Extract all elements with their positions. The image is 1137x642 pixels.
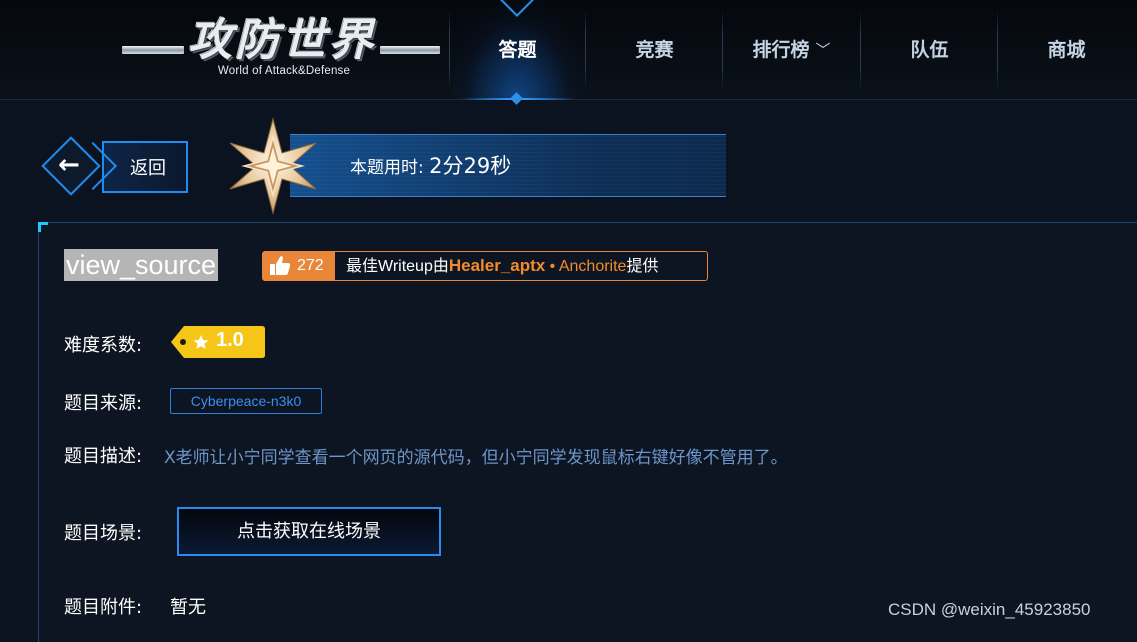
writeup-author[interactable]: Healer_aptx [449, 256, 545, 275]
logo-left-bar [122, 46, 184, 54]
back-button-label: 返回 [130, 158, 166, 179]
nav-item-shop[interactable]: 商城 [998, 30, 1135, 70]
scene-label: 题目场景: [64, 523, 143, 544]
logo-subtitle: World of Attack&Defense [217, 65, 351, 77]
nav-item-ranking[interactable]: 排行榜 ﹀ [723, 30, 860, 70]
writeup-suffix: 提供 [626, 258, 659, 275]
writeup-separator: • [545, 258, 559, 275]
site-logo[interactable]: 攻防世界 World of Attack&Defense [122, 8, 440, 86]
thumbs-up-icon [270, 256, 291, 275]
chevron-down-icon: ﹀ [815, 41, 831, 59]
csdn-watermark: CSDN @weixin_45923850 [888, 600, 1091, 619]
logo-title: 攻防世界 [188, 15, 376, 66]
timer-prefix: 本题用时: [350, 158, 424, 178]
arrow-left-icon: ← [58, 150, 80, 180]
star-medal-icon [224, 117, 322, 215]
back-button[interactable]: ← 返回 [40, 136, 188, 196]
nav-item-answer[interactable]: 答题 [449, 30, 586, 70]
like-counter[interactable]: 272 [263, 252, 335, 280]
logo-right-bar [380, 46, 440, 54]
like-count: 272 [297, 257, 324, 274]
writeup-badge[interactable]: 272 最佳Writeup由Healer_aptx • Anchorite提供 [262, 251, 708, 281]
source-label: 题目来源: [64, 393, 143, 414]
nav-item-ranking-label: 排行榜 [752, 39, 810, 61]
nav-item-competition[interactable]: 竞赛 [586, 30, 723, 70]
source-tag[interactable]: Cyberpeace-n3k0 [170, 388, 322, 414]
timer-value: 2分29秒 [429, 154, 512, 178]
writeup-second-author[interactable]: Anchorite [559, 258, 627, 275]
attachment-label: 题目附件: [64, 597, 143, 618]
panel-corner-accent [38, 222, 48, 232]
writeup-prefix: 最佳Writeup由 [346, 258, 449, 275]
description-text: X老师让小宁同学查看一个网页的源代码，但小宁同学发现鼠标右键好像不管用了。 [164, 448, 788, 468]
challenge-title: view_source [64, 249, 219, 281]
challenge-panel [38, 222, 1137, 642]
difficulty-badge: 1.0 [170, 325, 266, 359]
nav-item-team[interactable]: 队伍 [861, 30, 998, 70]
top-nav-bar: 攻防世界 World of Attack&Defense 答题 竞赛 排行榜 ﹀ … [0, 0, 1137, 105]
difficulty-value: 1.0 [216, 329, 244, 351]
attachment-value: 暂无 [170, 597, 206, 618]
difficulty-label: 难度系数: [64, 335, 143, 356]
get-scene-button[interactable]: 点击获取在线场景 [177, 507, 441, 556]
writeup-credit: 最佳Writeup由Healer_aptx • Anchorite提供 [346, 252, 658, 281]
timer-readout: 本题用时: 2分29秒 [350, 150, 511, 180]
description-label: 题目描述: [64, 446, 143, 467]
